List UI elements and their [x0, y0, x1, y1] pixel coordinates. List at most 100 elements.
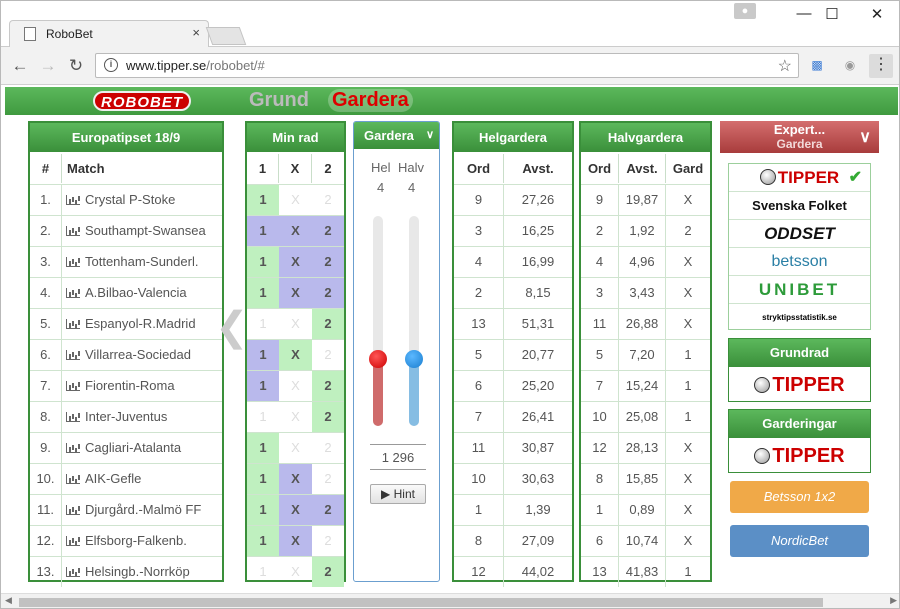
bookie-unibet[interactable]: UNIBET — [729, 276, 870, 304]
robobet-logo[interactable]: ROBOBET — [93, 91, 191, 111]
bookie-tipper[interactable]: TIPPER ✔ — [729, 164, 870, 192]
pick-x[interactable]: X — [279, 402, 312, 432]
match-name[interactable]: Fiorentin-Roma — [62, 371, 222, 401]
pick-1[interactable]: 1 — [247, 371, 279, 401]
scroll-right-icon[interactable]: ▶ — [890, 595, 897, 606]
expert-gardera-button[interactable]: Expert... Gardera ∨ — [720, 121, 879, 153]
pick-2[interactable]: 2 — [312, 185, 344, 215]
match-name[interactable]: Inter-Juventus — [62, 402, 222, 432]
address-bar[interactable]: i www.tipper.se/robobet/# ☆ — [95, 53, 799, 78]
pick-2[interactable]: 2 — [312, 402, 344, 432]
pick-2[interactable]: 2 — [312, 464, 344, 494]
pick-2[interactable]: 2 — [312, 495, 344, 525]
bar-chart-icon[interactable] — [66, 505, 80, 515]
pick-2[interactable]: 2 — [312, 216, 344, 246]
bookie-stryktips[interactable]: stryktipsstatistik.se — [729, 304, 870, 332]
pick-x[interactable]: X — [279, 526, 312, 556]
garderingar-panel[interactable]: Garderingar TIPPER — [728, 409, 871, 473]
pick-2[interactable]: 2 — [312, 247, 344, 277]
pick-x[interactable]: X — [279, 371, 312, 401]
match-name[interactable]: Espanyol-R.Madrid — [62, 309, 222, 339]
grundrad-panel[interactable]: Grundrad TIPPER — [728, 338, 871, 402]
pick-2[interactable]: 2 — [312, 433, 344, 463]
gardera-panel-title[interactable]: Gardera ∨ — [354, 122, 439, 149]
browser-menu-button[interactable]: ⋮ — [869, 54, 893, 78]
pick-1[interactable]: 1 — [247, 340, 279, 370]
back-button[interactable]: ← — [9, 56, 31, 76]
pick-1[interactable]: 1 — [247, 433, 279, 463]
pick-1[interactable]: 1 — [247, 402, 279, 432]
info-icon[interactable]: i — [104, 58, 118, 72]
pick-x[interactable]: X — [279, 185, 312, 215]
nav-grund[interactable]: Grund — [249, 89, 309, 112]
bar-chart-icon[interactable] — [66, 536, 80, 546]
pick-2[interactable]: 2 — [312, 340, 344, 370]
halv-slider-handle[interactable] — [405, 350, 423, 368]
bar-chart-icon[interactable] — [66, 288, 80, 298]
match-name[interactable]: Helsingb.-Norrköp — [62, 557, 222, 587]
pick-1[interactable]: 1 — [247, 278, 279, 308]
pick-1[interactable]: 1 — [247, 464, 279, 494]
profile-icon[interactable]: ● — [734, 3, 756, 19]
match-name[interactable]: A.Bilbao-Valencia — [62, 278, 222, 308]
pick-x[interactable]: X — [279, 278, 312, 308]
pick-x[interactable]: X — [279, 557, 312, 587]
pick-2[interactable]: 2 — [312, 526, 344, 556]
pick-1[interactable]: 1 — [247, 526, 279, 556]
bar-chart-icon[interactable] — [66, 195, 80, 205]
match-name[interactable]: Tottenham-Sunderl. — [62, 247, 222, 277]
pick-2[interactable]: 2 — [312, 557, 344, 587]
nav-gardera[interactable]: Gardera — [328, 89, 413, 112]
chevron-left-icon[interactable]: ❮ — [215, 304, 249, 350]
pick-1[interactable]: 1 — [247, 309, 279, 339]
pick-x[interactable]: X — [279, 309, 312, 339]
reload-button[interactable]: ↻ — [65, 56, 87, 76]
bar-chart-icon[interactable] — [66, 319, 80, 329]
forward-button[interactable]: → — [37, 56, 59, 76]
match-name[interactable]: Crystal P-Stoke — [62, 185, 222, 215]
pick-1[interactable]: 1 — [247, 557, 279, 587]
bar-chart-icon[interactable] — [66, 443, 80, 453]
match-name[interactable]: Djurgård.-Malmö FF — [62, 495, 222, 525]
extension-circle-icon[interactable]: ◉ — [841, 58, 859, 72]
bar-chart-icon[interactable] — [66, 381, 80, 391]
match-name[interactable]: AIK-Gefle — [62, 464, 222, 494]
bar-chart-icon[interactable] — [66, 350, 80, 360]
pick-1[interactable]: 1 — [247, 495, 279, 525]
bookie-svenska-folket[interactable]: Svenska Folket — [729, 192, 870, 220]
pick-x[interactable]: X — [279, 247, 312, 277]
pick-x[interactable]: X — [279, 495, 312, 525]
bar-chart-icon[interactable] — [66, 257, 80, 267]
pick-x[interactable]: X — [279, 464, 312, 494]
match-name[interactable]: Cagliari-Atalanta — [62, 433, 222, 463]
bookmark-star-icon[interactable]: ☆ — [778, 56, 792, 76]
tab-close-icon[interactable]: × — [192, 25, 200, 40]
horizontal-scrollbar[interactable]: ◀ ▶ — [1, 593, 899, 608]
bar-chart-icon[interactable] — [66, 567, 80, 577]
bar-chart-icon[interactable] — [66, 474, 80, 484]
halv-slider-track[interactable] — [409, 216, 419, 426]
bar-chart-icon[interactable] — [66, 412, 80, 422]
pick-1[interactable]: 1 — [247, 216, 279, 246]
bar-chart-icon[interactable] — [66, 226, 80, 236]
scrollbar-thumb[interactable] — [19, 598, 823, 607]
bookie-oddset[interactable]: ODDSET — [729, 220, 870, 248]
pick-2[interactable]: 2 — [312, 371, 344, 401]
match-name[interactable]: Southampt-Swansea — [62, 216, 222, 246]
pick-2[interactable]: 2 — [312, 309, 344, 339]
maximize-button[interactable]: ☐ — [817, 5, 847, 23]
pick-x[interactable]: X — [279, 340, 312, 370]
match-name[interactable]: Villarrea-Sociedad — [62, 340, 222, 370]
pick-x[interactable]: X — [279, 216, 312, 246]
nordicbet-button[interactable]: NordicBet — [730, 525, 869, 557]
pick-1[interactable]: 1 — [247, 185, 279, 215]
hint-button[interactable]: ▶ Hint — [370, 484, 426, 504]
hel-slider-handle[interactable] — [369, 350, 387, 368]
new-tab-button[interactable] — [205, 27, 247, 45]
browser-tab[interactable]: RoboBet × — [9, 20, 209, 47]
minimize-button[interactable]: — — [789, 5, 819, 22]
hel-slider-track[interactable] — [373, 216, 383, 426]
close-window-button[interactable]: ✕ — [862, 5, 892, 23]
pick-x[interactable]: X — [279, 433, 312, 463]
bookie-betsson[interactable]: betsson — [729, 248, 870, 276]
